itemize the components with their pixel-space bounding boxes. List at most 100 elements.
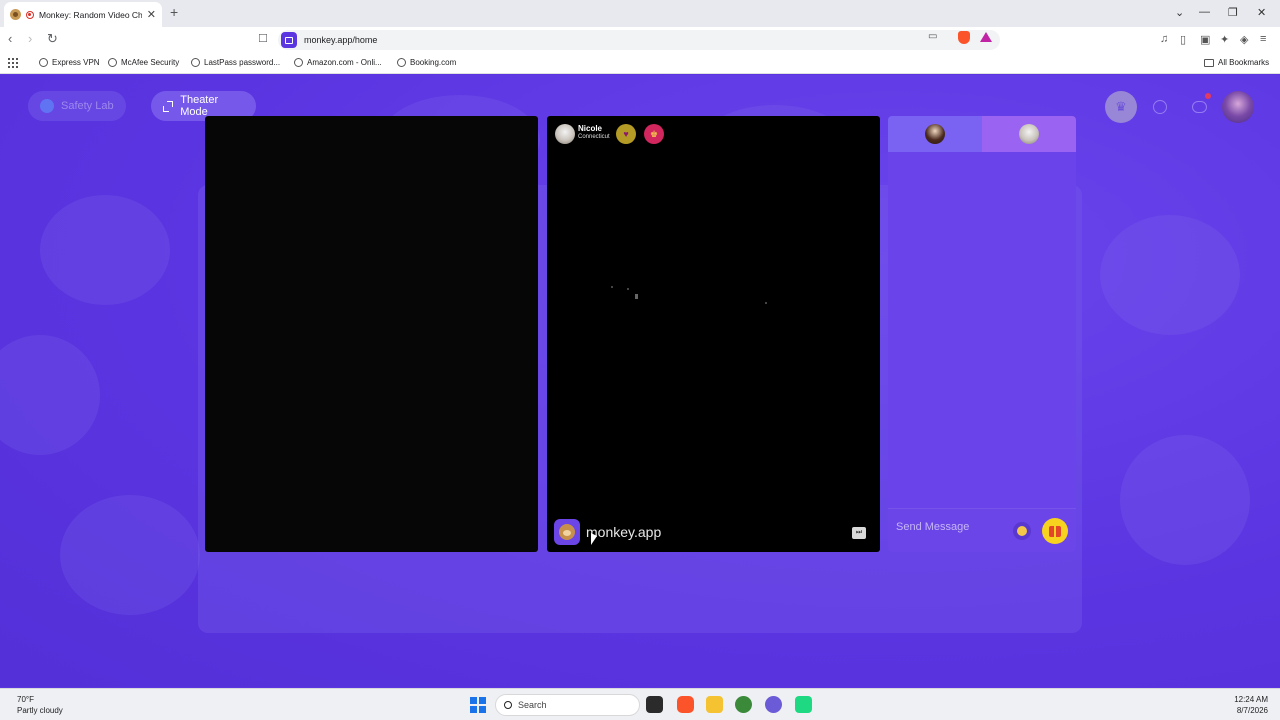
bookmarks-bar: Express VPN McAfee Security LastPass pas… [0,53,1280,74]
self-avatar [925,124,945,144]
skip-icon[interactable]: ⏭ [852,527,866,539]
bookmark-item[interactable]: Amazon.com - Onli... [294,58,382,67]
brave-browser-icon[interactable] [677,696,694,713]
reload-icon[interactable]: ↻ [47,32,58,46]
brand-watermark: monkey.app [586,524,662,540]
background-blob [1100,215,1240,335]
globe-icon [397,58,406,67]
tab-close-icon[interactable]: ✕ [147,8,156,21]
site-info-icon[interactable] [281,32,297,48]
task-view-icon[interactable] [646,696,663,713]
globe-icon [108,58,117,67]
folder-icon [1204,58,1214,67]
wallet-icon[interactable]: ▣ [1200,33,1210,46]
clock-time: 12:24 AM [1234,695,1268,704]
bookmark-item[interactable]: LastPass password... [191,58,280,67]
apps-grid-icon[interactable] [8,58,18,68]
video-speck [611,286,613,288]
address-bar[interactable]: monkey.app/home [278,30,1000,50]
bookmark-item[interactable]: Booking.com [397,58,456,67]
clock-date: 8/7/2026 [1236,706,1268,715]
file-explorer-icon[interactable] [706,696,723,713]
weather-condition: Partly cloudy [17,706,63,715]
app-icon[interactable] [735,696,752,713]
tab-title: Monkey: Random Video Chat [39,9,142,20]
heart-badge-icon[interactable]: ♥ [616,124,636,144]
forward-icon[interactable]: › [28,32,32,46]
sidebar-icon[interactable]: ▯ [1180,33,1186,46]
minimize-button[interactable]: — [1199,6,1210,18]
bookmark-page-icon[interactable]: ☐ [258,32,268,46]
mouse-cursor-icon [591,533,597,545]
back-icon[interactable]: ‹ [8,32,12,46]
leo-ai-icon[interactable]: ✦ [1220,33,1229,46]
media-icon[interactable]: ♫ [1160,33,1168,45]
globe-icon [39,58,48,67]
windows-taskbar: 70°F Partly cloudy Search 12:24 AM 8/7/2… [0,688,1280,720]
gift-icon[interactable] [1042,518,1068,544]
background-blob [40,195,170,305]
emoji-icon[interactable] [1013,522,1031,540]
weather-temperature: 70°F [17,695,34,704]
remote-video[interactable]: Nicole Connecticut ♥ ♚ monkey.app ⏭ [547,116,880,552]
monkey-favicon-icon [10,9,21,20]
new-tab-button[interactable]: + [170,4,178,20]
chat-input-bar: Send Message [888,508,1076,552]
all-bookmarks-label: All Bookmarks [1218,58,1270,67]
search-label: Search [518,700,547,710]
system-clock[interactable]: 12:24 AM 8/7/2026 [1234,694,1268,716]
chat-app-icon[interactable] [795,696,812,713]
all-bookmarks-button[interactable]: All Bookmarks [1204,58,1269,67]
taskbar-search[interactable]: Search [495,694,640,716]
chat-tab-self[interactable] [888,116,982,152]
achievement-badge-icon[interactable]: ♚ [644,124,664,144]
discord-icon[interactable] [765,696,782,713]
search-icon [504,701,512,709]
recording-indicator-icon [26,10,34,19]
cast-icon[interactable]: ▭ [928,31,937,42]
maximize-button[interactable]: ❐ [1228,6,1238,19]
bookmark-item[interactable]: Express VPN [39,58,100,67]
expand-icon [163,100,174,112]
vpn-icon[interactable]: ◈ [1240,33,1248,46]
chat-message-input[interactable]: Send Message [896,521,969,533]
bookmark-label: McAfee Security [121,58,180,67]
peer-name: Nicole [578,124,603,133]
chat-panel: Send Message [888,116,1076,552]
monkey-logo-icon [554,519,580,545]
tab-search-icon[interactable]: ⌄ [1175,6,1184,19]
chat-tab-peer[interactable] [982,116,1076,152]
browser-tab-bar: Monkey: Random Video Chat ✕ + ⌄ — ❐ ✕ [0,0,1280,27]
safety-lab-label: Safety Lab [61,100,114,112]
bookmark-label: LastPass password... [204,58,281,67]
bookmark-label: Express VPN [52,58,100,67]
close-window-button[interactable]: ✕ [1257,6,1266,19]
bookmark-item[interactable]: McAfee Security [108,58,179,67]
video-speck [765,302,767,304]
bookmark-label: Booking.com [410,58,457,67]
history-clock-icon[interactable] [1144,91,1176,123]
profile-avatar[interactable] [1222,91,1254,123]
active-tab[interactable]: Monkey: Random Video Chat ✕ [4,2,162,27]
browser-nav-bar: ‹ › ↻ ☐ monkey.app/home ▭ ♫ ▯ ▣ ✦ ◈ ≡ [0,27,1280,53]
brave-shields-icon[interactable] [958,31,970,44]
shield-icon [40,99,54,113]
globe-icon [191,58,200,67]
unread-dot [1205,93,1211,99]
messages-icon[interactable] [1183,91,1215,123]
brave-rewards-icon[interactable] [980,32,992,42]
local-video [205,116,538,552]
globe-icon [294,58,303,67]
crown-icon[interactable]: ♛ [1105,91,1137,123]
weather-widget[interactable]: 70°F Partly cloudy [17,694,63,716]
peer-chat-avatar [1019,124,1039,144]
peer-avatar[interactable] [555,124,575,144]
video-speck [635,294,638,299]
background-blob [0,335,100,455]
address-url: monkey.app/home [304,35,378,45]
safety-lab-button[interactable]: Safety Lab [28,91,126,121]
theater-mode-label: Theater Mode [180,94,219,118]
peer-location: Connecticut [578,134,610,140]
windows-start-icon[interactable] [470,697,486,713]
menu-icon[interactable]: ≡ [1260,33,1266,45]
